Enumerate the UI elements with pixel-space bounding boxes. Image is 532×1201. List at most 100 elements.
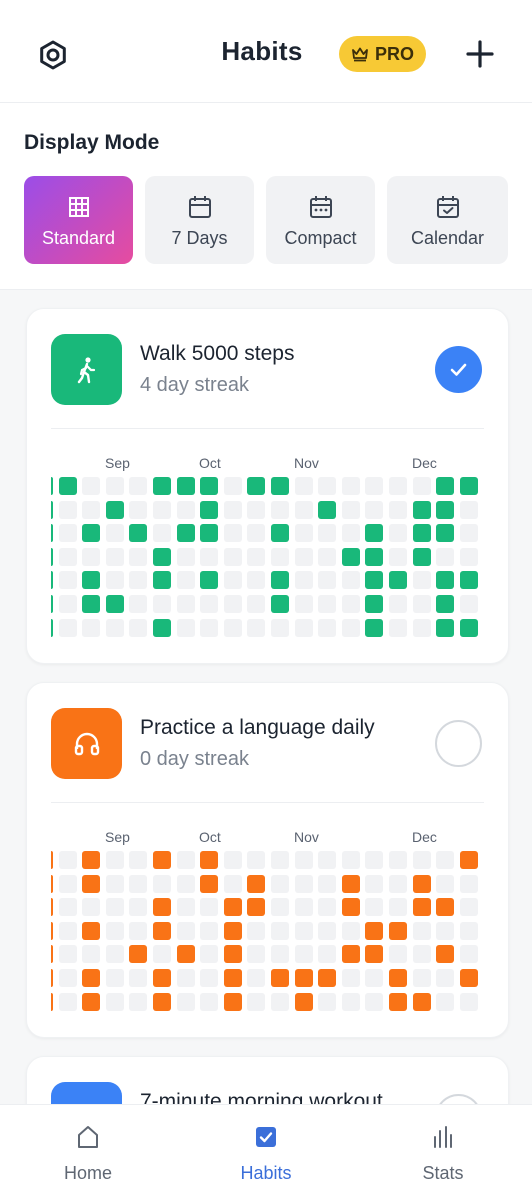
heatmap-cell [82,500,101,519]
heatmap-cell [294,477,313,495]
heatmap-cell [129,992,148,1011]
heatmap-cell [294,547,313,566]
heatmap-cell [318,921,337,940]
heatmap-cell [365,992,384,1011]
grid-icon [68,197,89,217]
heatmap-cell [176,851,195,869]
tab-habits[interactable]: Habits [206,1123,326,1184]
heatmap-cell [294,595,313,613]
heatmap-cell [176,547,195,566]
app-header: Habits PRO [0,0,532,103]
mode-compact-button[interactable]: Compact [266,176,375,264]
heatmap-cell [459,547,478,566]
heatmap-cell [294,992,313,1011]
plus-icon[interactable] [464,38,496,70]
heatmap-cell [51,571,53,590]
heatmap-cell [82,851,101,869]
habit-card[interactable]: Walk 5000 steps 4 day streak Sep Oct Nov… [26,308,509,664]
heatmap-cell [153,921,171,940]
habit-name: Walk 5000 steps [140,342,295,365]
tab-label: Home [63,1163,112,1183]
mode-calendar-button[interactable]: Calendar [387,176,508,264]
tab-home[interactable]: Home [28,1123,148,1184]
complete-toggle[interactable] [435,720,482,767]
heatmap-cell [105,500,124,519]
heatmap-cell [365,945,384,964]
heatmap-cell [247,851,266,869]
habit-icon-tile [51,708,122,779]
heatmap-cell [58,500,77,519]
heatmap-cell [436,945,455,964]
mode-7days-button[interactable]: 7 Days [145,176,254,264]
heatmap-cell [176,477,195,495]
mode-label: Calendar [410,228,485,248]
heatmap-cell [105,547,124,566]
heatmap-cell [105,618,124,637]
heatmap-cell [153,618,171,637]
heatmap-cell [459,618,478,637]
heatmap-cell [389,477,407,495]
heatmap-cell [294,851,313,869]
month-label: Dec [412,455,437,471]
heatmap-cell [412,571,431,590]
heatmap-cell [412,851,431,869]
heatmap-cell [105,945,124,964]
heatmap-cell [223,524,242,543]
heatmap-cell [105,874,124,893]
heatmap-cell [223,851,242,869]
heatmap-cell [200,898,219,917]
heatmap-cell [82,874,101,893]
heatmap-cell [412,547,431,566]
heatmap-cell [129,571,148,590]
habit-card[interactable]: Practice a language daily 0 day streak S… [26,682,509,1038]
heatmap-cell [82,547,101,566]
heatmap-cell [271,547,289,566]
heatmap-cell [247,898,266,917]
heatmap-cell [341,547,360,566]
heatmap-cell [389,595,407,613]
heatmap-cell [412,921,431,940]
heatmap-cell [436,921,455,940]
heatmap-cell [318,547,337,566]
heatmap-cell [341,571,360,590]
heatmap-cell [176,500,195,519]
complete-toggle[interactable] [435,346,482,393]
heatmap-cell [459,874,478,893]
heatmap-cell [82,571,101,590]
heatmap-cell [294,571,313,590]
heatmap-cell [176,618,195,637]
heatmap-cell [271,595,289,613]
heatmap-cell [389,547,407,566]
heatmap-cell [294,500,313,519]
heatmap-cell [318,595,337,613]
heatmap-cell [82,618,101,637]
heatmap-cell [58,524,77,543]
heatmap-cell [389,618,407,637]
heatmap-cell [389,992,407,1011]
heatmap-cell [271,571,289,590]
heatmap-cell [223,969,242,987]
tab-stats[interactable]: Stats [383,1123,503,1184]
heatmap-cell [51,874,53,893]
home-icon [78,1126,98,1148]
heatmap-cell [153,969,171,987]
heatmap-cell [389,874,407,893]
mode-standard-button[interactable]: Standard [24,176,133,264]
heatmap-cell [412,618,431,637]
heatmap-cell [365,500,384,519]
heatmap-cell [200,618,219,637]
heatmap-cell [153,500,171,519]
heatmap-cell [153,595,171,613]
heatmap-cell [459,524,478,543]
heatmap-cell [459,500,478,519]
heatmap-cell [341,595,360,613]
heatmap-cell [459,571,478,590]
heatmap-cell [341,969,360,987]
heatmap-cell [365,571,384,590]
heatmap-cell [176,595,195,613]
heatmap-cell [318,618,337,637]
pro-badge[interactable]: PRO [339,36,426,72]
page-title: Habits [221,36,303,66]
heatmap-cell [389,500,407,519]
heatmap-cell [82,477,101,495]
